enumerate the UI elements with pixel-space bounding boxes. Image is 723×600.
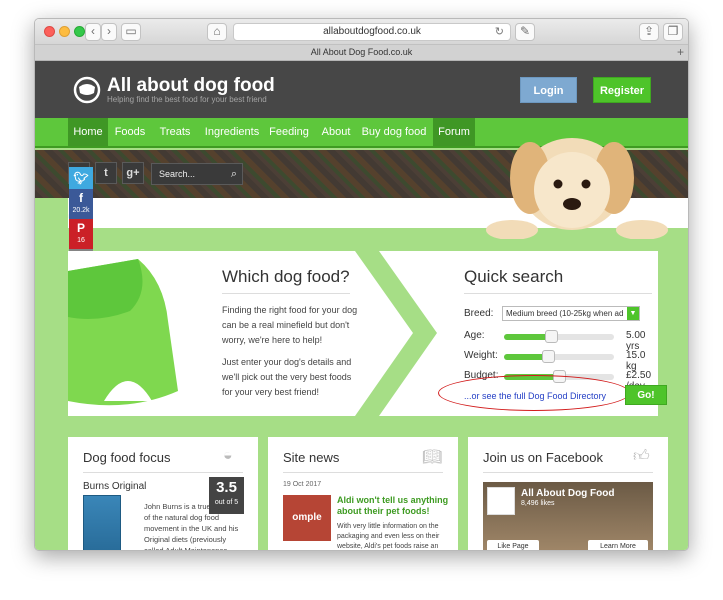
browser-titlebar: ‹ › ▭ ⌂ allaboutdogfood.co.uk ↻ ✎ ⇪ ❐ (35, 19, 688, 45)
menu-item-ingredients[interactable]: Ingredients (202, 118, 262, 146)
burns-product-image[interactable] (83, 495, 121, 550)
facebook-like-page-button[interactable]: Like Page (487, 540, 539, 550)
which-dog-food-title: Which dog food? (222, 267, 350, 286)
minimize-window-button[interactable] (59, 26, 70, 37)
age-label: Age: (464, 330, 485, 341)
focus-description: John Burns is a true pioneer of the natu… (144, 502, 239, 551)
menu-item-buy-dog-food[interactable]: Buy dog food (361, 118, 427, 146)
pinterest-icon: P (76, 221, 85, 235)
tabs-overview-icon[interactable]: ❐ (663, 23, 683, 41)
menu-item-about[interactable]: About (318, 118, 354, 146)
facebook-page-name[interactable]: All About Dog Food (521, 488, 615, 499)
facebook-share-count: 20.2k (72, 207, 90, 214)
menu-item-foods[interactable]: Foods (112, 118, 148, 146)
search-icon[interactable]: ⌕ (231, 164, 237, 184)
which-intro-text: Finding the right food for your dog can … (222, 305, 358, 345)
google-plus-icon[interactable]: g+ (122, 162, 144, 184)
green-dog-bowl-image (68, 251, 178, 416)
share-facebook-button[interactable]: f 20.2k (69, 189, 93, 219)
news-thumbnail[interactable]: omple (283, 495, 331, 541)
search-placeholder: Search... (159, 169, 196, 179)
screen: ‹ › ▭ ⌂ allaboutdogfood.co.uk ↻ ✎ ⇪ ❐ Al… (0, 0, 723, 600)
facebook-card-title: Join us on Facebook (483, 450, 603, 465)
dog-bowl-logo-icon[interactable] (73, 76, 101, 104)
register-button[interactable]: Register (593, 77, 651, 103)
extension-icon[interactable]: ✎ (515, 23, 535, 41)
back-button[interactable]: ‹ (85, 23, 101, 41)
which-instructions-text: Just enter your dog's details and we'll … (222, 357, 352, 397)
site-search-input[interactable]: Search... ⌕ (151, 163, 243, 185)
rating-value: 3.5 (216, 479, 237, 496)
open-book-icon: 📖︎ (422, 449, 443, 466)
new-tab-button[interactable]: + (677, 45, 684, 60)
tab-title[interactable]: All About Dog Food.co.uk (311, 47, 413, 57)
breed-selected-value: Medium breed (10-25kg when ad (506, 309, 624, 318)
login-button[interactable]: Login (520, 77, 577, 103)
address-bar[interactable]: allaboutdogfood.co.uk ↻ (233, 23, 511, 41)
facebook-card: Join us on Facebook 👍︎ All About Dog Foo… (468, 437, 668, 550)
dog-bowl-icon: ◒ (223, 447, 233, 464)
facebook-page-logo (487, 487, 515, 515)
age-slider-handle[interactable] (545, 330, 559, 343)
focus-card-title: Dog food focus (83, 450, 171, 465)
age-slider[interactable] (504, 330, 614, 343)
weight-slider-handle[interactable] (542, 350, 555, 363)
facebook-likes-count: 8,496 likes (521, 500, 555, 507)
website: All about dog food Helping find the best… (35, 61, 688, 551)
share-twitter-button[interactable]: 🐦︎ (69, 167, 93, 189)
menu-item-feeding[interactable]: Feeding (267, 118, 311, 146)
news-date: 19 Oct 2017 (283, 481, 322, 488)
chevron-down-icon[interactable]: ▼ (627, 307, 639, 320)
weight-slider[interactable] (504, 350, 614, 363)
dog-food-focus-card: Dog food focus ◒ Burns Original 3.5 out … (68, 437, 258, 551)
close-window-button[interactable] (44, 26, 55, 37)
chevron-arrow-decoration (355, 251, 437, 416)
puppy-image (486, 138, 668, 239)
reload-icon[interactable]: ↻ (495, 24, 504, 40)
twitter-bird-icon: 🐦︎ (73, 171, 89, 185)
weight-label: Weight: (464, 350, 498, 361)
zoom-window-button[interactable] (74, 26, 85, 37)
menu-item-home[interactable]: Home (68, 118, 108, 146)
thumbs-up-icon: 👍︎ (633, 448, 650, 465)
menu-item-treats[interactable]: Treats (155, 118, 195, 146)
weight-value: 15.0 kg (626, 350, 646, 372)
facebook-f-icon: f (79, 191, 83, 205)
share-icon[interactable]: ⇪ (639, 23, 659, 41)
sidebar-toggle-icon[interactable]: ▭ (121, 23, 141, 41)
go-button[interactable]: Go! (625, 385, 667, 405)
quick-search-title: Quick search (464, 267, 564, 286)
breed-select[interactable]: Medium breed (10-25kg when ad ▼ (502, 306, 640, 321)
highlight-ellipse-annotation (438, 375, 630, 411)
dog-food-finder-panel: Which dog food? Finding the right food f… (68, 251, 667, 416)
twitter-icon[interactable]: t (95, 162, 117, 184)
news-summary: With very little information on the pack… (337, 523, 440, 550)
age-value: 5.00 yrs (626, 330, 646, 352)
news-headline-link[interactable]: Aldi won't tell us anything about their … (337, 495, 449, 517)
news-card-title: Site news (283, 450, 340, 465)
news-thumbnail-text: omple (292, 512, 322, 523)
forward-button[interactable]: › (101, 23, 117, 41)
home-icon[interactable]: ⌂ (207, 23, 227, 41)
focus-product-name[interactable]: Burns Original (83, 481, 146, 492)
pinterest-share-count: 16 (77, 237, 85, 244)
site-tagline: Helping find the best food for your best… (107, 95, 267, 104)
browser-window: ‹ › ▭ ⌂ allaboutdogfood.co.uk ↻ ✎ ⇪ ❐ Al… (34, 18, 689, 551)
address-text: allaboutdogfood.co.uk (323, 26, 421, 37)
breed-label: Breed: (464, 308, 494, 319)
site-brand[interactable]: All about dog food (107, 75, 275, 97)
share-pinterest-button[interactable]: P 16 (69, 219, 93, 249)
facebook-learn-more-button[interactable]: Learn More (588, 540, 648, 550)
facebook-page-widget[interactable]: All About Dog Food 8,496 likes Like Page… (483, 482, 653, 550)
site-news-card: Site news 📖︎ 19 Oct 2017 omple Aldi won'… (268, 437, 458, 550)
menu-item-forum[interactable]: Forum (433, 118, 475, 146)
tab-bar: All About Dog Food.co.uk + (35, 45, 688, 61)
site-header: All about dog food Helping find the best… (35, 61, 688, 118)
